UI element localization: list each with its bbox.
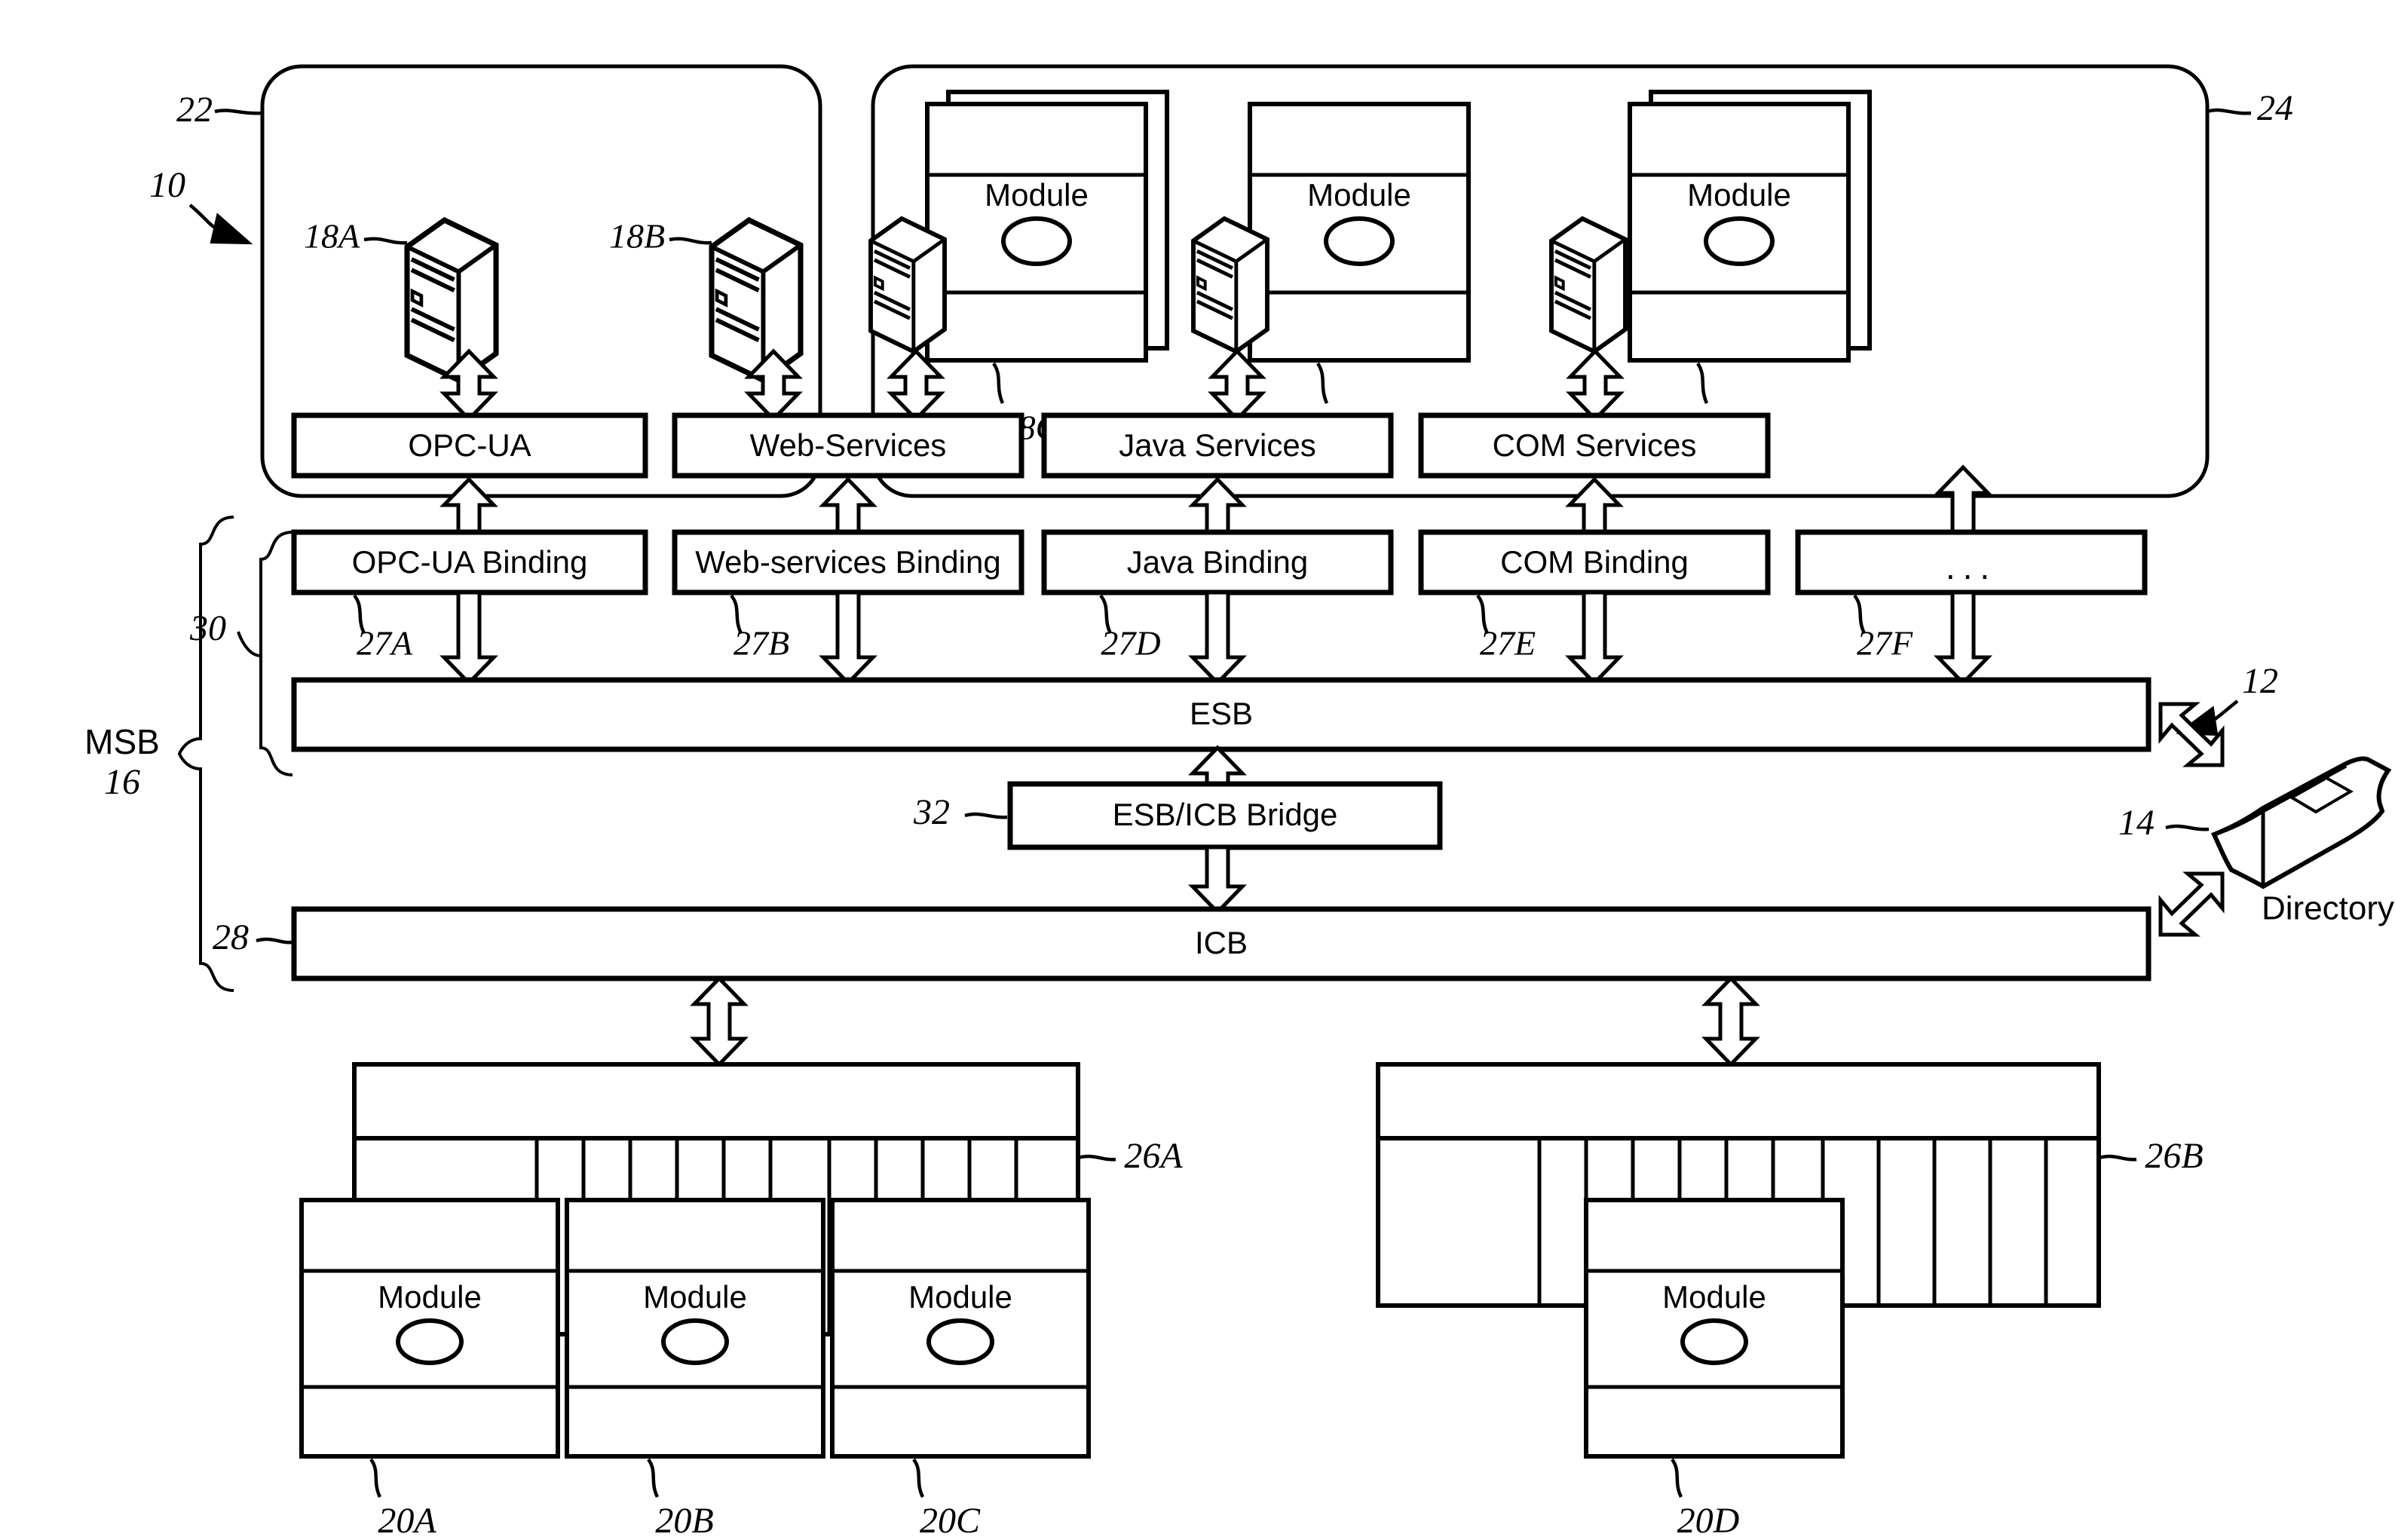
binding-label: Web-services Binding — [695, 544, 1000, 580]
ref-label-10: 10 — [149, 165, 185, 205]
module-label: Module — [1687, 177, 1791, 213]
ref-27D: 27D — [1099, 594, 1161, 663]
service-label: COM Services — [1493, 427, 1697, 463]
ref-24: 24 — [2207, 88, 2293, 128]
ref-label-20B: 20B — [655, 1501, 713, 1540]
binding-label: COM Binding — [1500, 544, 1689, 580]
ref-label-32: 32 — [913, 792, 950, 832]
icb-label: ICB — [1195, 925, 1248, 960]
ref-18B: 18B — [609, 217, 712, 256]
binding-box-web-services[interactable]: Web-services Binding — [672, 529, 1024, 595]
msb-label: MSB — [84, 722, 160, 761]
service-label: Web-Services — [750, 427, 947, 463]
service-box-com-services[interactable]: COM Services — [1418, 412, 1771, 479]
brace-msb: MSB 16 — [84, 516, 234, 992]
ref-18A: 18A — [304, 217, 408, 256]
service-label: Java Services — [1119, 427, 1315, 463]
client-18E: Module — [1551, 90, 1872, 363]
ref-27A: 27A — [353, 594, 413, 663]
bridge-label: ESB/ICB Bridge — [1113, 797, 1338, 832]
arrow-icb-to-rack-26A — [690, 975, 749, 1067]
directory-label: Directory — [2262, 890, 2394, 927]
esb-label: ESB — [1190, 696, 1253, 731]
service-box-java-services[interactable]: Java Services — [1041, 412, 1394, 479]
ref-label-24: 24 — [2257, 88, 2293, 128]
ref-label-22: 22 — [176, 90, 213, 130]
module-20C[interactable]: Module — [830, 1198, 1091, 1459]
client-18B — [712, 220, 801, 380]
ref-label-20A: 20A — [378, 1501, 436, 1540]
ref-28: 28 — [213, 917, 293, 957]
binding-box-opc-ua[interactable]: OPC-UA Binding — [291, 529, 648, 595]
ref-27E: 27E — [1476, 594, 1536, 663]
binding-label: Java Binding — [1127, 544, 1309, 580]
ref-label-26B: 26B — [2145, 1136, 2203, 1176]
binding-box-other[interactable]: ... — [1795, 529, 2148, 595]
ref-label-27E: 27E — [1480, 624, 1536, 663]
ref-label-14: 14 — [2118, 803, 2155, 843]
module-label: Module — [1662, 1279, 1766, 1315]
arrow-bridge-to-icb — [1188, 845, 1247, 915]
client-18C: Module — [871, 90, 1169, 363]
ref-20A: 20A — [369, 1458, 436, 1540]
ref-label-27F: 27F — [1857, 624, 1913, 663]
ref-27F: 27F — [1853, 594, 1913, 663]
module-label: Module — [908, 1279, 1012, 1315]
binding-label: OPC-UA Binding — [352, 544, 588, 580]
ref-label-26A: 26A — [1124, 1136, 1183, 1176]
arrow-icb-to-directory — [2158, 871, 2225, 937]
ref-label-12: 12 — [2242, 661, 2278, 701]
ref-26A: 26A — [1077, 1136, 1183, 1176]
service-box-web-services[interactable]: Web-Services — [672, 412, 1024, 479]
client-18D: Module — [1193, 102, 1471, 363]
ref-label-18B: 18B — [609, 217, 665, 256]
arrow-icb-to-rack-26B — [1701, 975, 1760, 1067]
binding-box-com[interactable]: COM Binding — [1418, 529, 1771, 595]
ref-12: 12 — [2176, 661, 2278, 736]
binding-box-java[interactable]: Java Binding — [1041, 529, 1394, 595]
client-18A — [407, 220, 496, 380]
ref-label-27D: 27D — [1101, 624, 1160, 663]
msb-ref: 16 — [104, 762, 140, 802]
ref-10: 10 — [149, 165, 253, 245]
service-label: OPC-UA — [408, 427, 531, 463]
module-label: Module — [1307, 177, 1411, 213]
ref-label-27A: 27A — [357, 624, 413, 663]
bridge-box[interactable]: ESB/ICB Bridge — [1007, 781, 1443, 850]
ref-32: 32 — [913, 792, 1008, 832]
service-box-opc-ua[interactable]: OPC-UA — [291, 412, 648, 479]
arrow-binding-web-to-esb — [819, 590, 877, 686]
ref-label-30: 30 — [189, 608, 226, 648]
bus-esb[interactable]: ESB — [291, 677, 2152, 752]
ref-27B: 27B — [730, 594, 789, 663]
module-20B[interactable]: Module — [565, 1198, 825, 1459]
ellipsis-label: ... — [1946, 547, 1997, 586]
ref-22: 22 — [176, 90, 263, 130]
ref-label-18A: 18A — [304, 217, 360, 256]
arrow-binding-other-to-esb — [1934, 590, 1992, 686]
ref-label-20D: 20D — [1677, 1501, 1740, 1540]
module-label: Module — [985, 177, 1089, 213]
arrow-binding-opcua-to-esb — [439, 590, 498, 686]
ref-20D: 20D — [1671, 1458, 1740, 1540]
ref-20B: 20B — [647, 1458, 714, 1540]
directory-icon — [2210, 756, 2392, 889]
ref-26B: 26B — [2098, 1136, 2204, 1176]
module-label: Module — [643, 1279, 747, 1315]
arrow-binding-java-to-esb — [1188, 590, 1247, 686]
bus-icb[interactable]: ICB — [291, 906, 2152, 981]
ref-label-20C: 20C — [920, 1501, 981, 1540]
module-20A[interactable]: Module — [299, 1198, 560, 1459]
brace-binding-layer: 30 — [189, 531, 293, 776]
module-label: Module — [378, 1279, 482, 1315]
ref-14: 14 — [2118, 803, 2210, 843]
arrow-18E-to-comservices — [1566, 348, 1625, 422]
ref-20C: 20C — [912, 1458, 981, 1540]
module-20D[interactable]: Module — [1584, 1198, 1845, 1459]
ref-label-28: 28 — [213, 917, 249, 957]
arrow-binding-com-to-esb — [1565, 590, 1624, 686]
patent-figure: 22 24 10 18A 18B Module 18C Module Modul… — [0, 0, 2395, 1540]
ref-label-27B: 27B — [734, 624, 789, 663]
